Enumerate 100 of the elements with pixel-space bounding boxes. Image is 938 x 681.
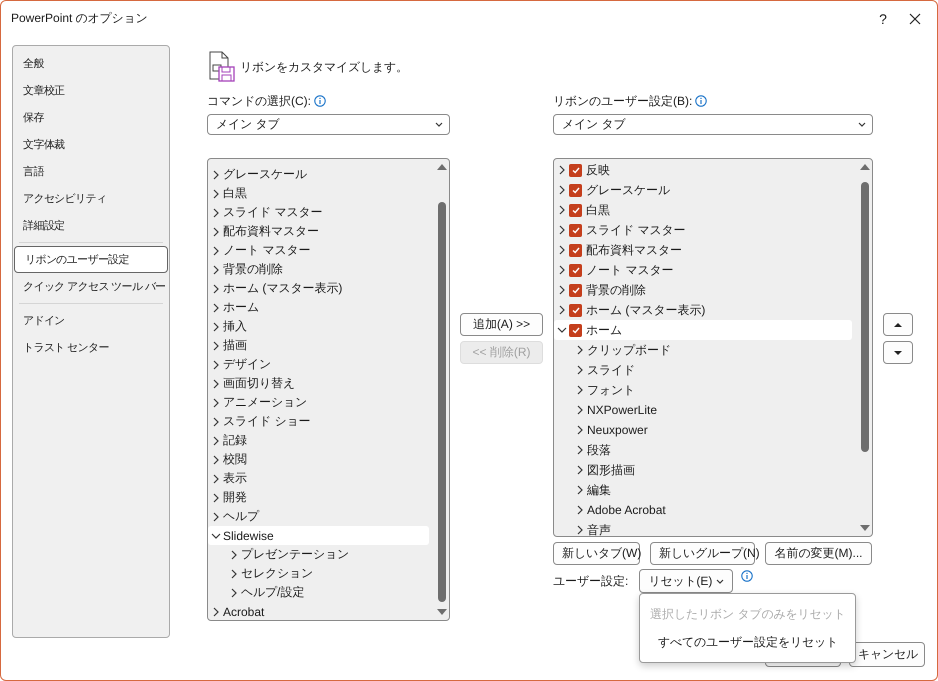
tree-item[interactable]: プレゼンテーション	[241, 546, 351, 563]
expand-chevron-icon[interactable]	[211, 454, 221, 464]
expand-chevron-icon[interactable]	[211, 378, 221, 388]
close-icon[interactable]	[909, 12, 921, 24]
dropdown[interactable]: メイン タブ	[207, 114, 450, 135]
collapse-chevron-icon[interactable]	[557, 325, 567, 335]
expand-chevron-icon[interactable]	[575, 425, 585, 435]
expand-chevron-icon[interactable]	[211, 436, 221, 446]
tree-item[interactable]: 画面切り替え	[223, 375, 297, 392]
tree-item[interactable]: 段落	[587, 442, 613, 458]
add-button[interactable]: 追加(A) >>	[460, 313, 543, 336]
expand-chevron-icon[interactable]	[557, 265, 567, 275]
tree-item[interactable]: 背景の削除	[223, 261, 285, 278]
expand-chevron-icon[interactable]	[211, 512, 221, 522]
expand-chevron-icon[interactable]	[211, 208, 221, 218]
category-item[interactable]: 保存	[14, 104, 168, 131]
checkbox[interactable]	[569, 164, 582, 176]
tree-item[interactable]: 記録	[223, 432, 249, 449]
move-down-button[interactable]	[883, 341, 913, 364]
tree-item[interactable]: フォント	[587, 382, 637, 398]
tree-item[interactable]: 白黒	[223, 185, 249, 202]
cancel-button[interactable]: キャンセル	[849, 642, 925, 667]
expand-chevron-icon[interactable]	[557, 245, 567, 255]
expand-chevron-icon[interactable]	[211, 606, 221, 616]
category-item[interactable]: クイック アクセス ツール バー	[14, 273, 168, 300]
expand-chevron-icon[interactable]	[211, 360, 221, 370]
selected-row[interactable]: ホーム	[554, 320, 852, 340]
tree-item[interactable]: スライド マスター	[223, 204, 324, 221]
expand-chevron-icon[interactable]	[575, 365, 585, 375]
expand-chevron-icon[interactable]	[211, 492, 221, 502]
tree-item[interactable]: 音声	[587, 522, 613, 536]
tree-item[interactable]: ヘルプ	[223, 508, 261, 525]
tree-item[interactable]: 配布資料マスター	[586, 242, 684, 258]
category-item[interactable]: 言語	[14, 158, 168, 185]
category-item[interactable]: トラスト センター	[14, 334, 168, 361]
tree-item[interactable]: スライド ショー	[223, 413, 312, 430]
expand-chevron-icon[interactable]	[211, 302, 221, 312]
tree-item[interactable]: ホーム (マスター表示)	[586, 302, 708, 318]
expand-chevron-icon[interactable]	[557, 185, 567, 195]
tree-item[interactable]: ホーム	[586, 322, 624, 338]
tree-item[interactable]: Neuxpower	[587, 423, 650, 437]
tree-item[interactable]: ノート マスター	[586, 262, 676, 278]
tree-item[interactable]: 描画	[223, 337, 249, 354]
tree-item[interactable]: スライド	[587, 362, 637, 378]
expand-chevron-icon[interactable]	[211, 226, 221, 236]
reset-button[interactable]: リセット(E)	[639, 569, 734, 593]
category-item[interactable]: アクセシビリティ	[14, 185, 168, 212]
tree-item[interactable]: 編集	[587, 482, 613, 498]
expand-chevron-icon[interactable]	[575, 465, 585, 475]
checkbox[interactable]	[569, 264, 582, 276]
scrollbar-thumb[interactable]	[861, 182, 869, 452]
tree-item[interactable]: ヘルプ/設定	[241, 584, 306, 601]
tree-item[interactable]: デザイン	[223, 356, 273, 373]
tree-item[interactable]: アニメーション	[223, 394, 309, 411]
scroll-down-arrow-icon[interactable]	[860, 523, 870, 533]
checkbox[interactable]	[569, 244, 582, 256]
expand-chevron-icon[interactable]	[211, 264, 221, 274]
tree-item[interactable]: ホーム	[223, 299, 261, 316]
expand-chevron-icon[interactable]	[575, 485, 585, 495]
expand-chevron-icon[interactable]	[211, 340, 221, 350]
tree-item[interactable]: 表示	[223, 470, 249, 487]
expand-chevron-icon[interactable]	[575, 445, 585, 455]
scroll-up-arrow-icon[interactable]	[860, 162, 870, 172]
tree-item[interactable]: 背景の削除	[586, 282, 648, 298]
checkbox[interactable]	[569, 284, 582, 296]
expand-chevron-icon[interactable]	[229, 550, 239, 560]
expand-chevron-icon[interactable]	[575, 405, 585, 415]
tree-item[interactable]: Slidewise	[223, 528, 276, 542]
help-button[interactable]: ?	[871, 10, 895, 26]
checkbox[interactable]	[569, 184, 582, 196]
tree-item[interactable]: 白黒	[586, 202, 612, 218]
tree-item[interactable]: 校閲	[223, 451, 249, 468]
category-item[interactable]: 文章校正	[14, 77, 168, 104]
new-tab-button[interactable]: 新しいタブ(W)	[553, 542, 640, 565]
expand-chevron-icon[interactable]	[575, 345, 585, 355]
expand-chevron-icon[interactable]	[229, 568, 239, 578]
tree-item[interactable]: グレースケール	[586, 182, 672, 198]
tree-item[interactable]: Acrobat	[223, 604, 266, 618]
tree-item[interactable]: クリップボード	[587, 342, 673, 358]
tree-item[interactable]: セレクション	[241, 565, 315, 582]
tree-item[interactable]: Adobe Acrobat	[587, 503, 668, 517]
category-item[interactable]: リボンのユーザー設定	[14, 246, 168, 273]
tree-item[interactable]: 反映	[586, 162, 612, 178]
scrollbar-thumb[interactable]	[438, 202, 446, 602]
expand-chevron-icon[interactable]	[557, 225, 567, 235]
tree-item[interactable]: ノート マスター	[223, 242, 312, 259]
expand-chevron-icon[interactable]	[575, 525, 585, 535]
selected-row[interactable]: Slidewise	[208, 526, 429, 545]
tree-item[interactable]: 配布資料マスター	[223, 223, 321, 240]
scroll-down-arrow-icon[interactable]	[437, 607, 447, 617]
checkbox[interactable]	[569, 324, 582, 336]
tree-item[interactable]: NXPowerLite	[587, 403, 660, 417]
expand-chevron-icon[interactable]	[211, 474, 221, 484]
checkbox[interactable]	[569, 224, 582, 236]
tree-item[interactable]: スライド マスター	[586, 222, 688, 238]
expand-chevron-icon[interactable]	[211, 322, 221, 332]
scroll-up-arrow-icon[interactable]	[437, 162, 447, 172]
expand-chevron-icon[interactable]	[211, 246, 221, 256]
expand-chevron-icon[interactable]	[229, 588, 239, 598]
category-item[interactable]: アドイン	[14, 307, 168, 334]
